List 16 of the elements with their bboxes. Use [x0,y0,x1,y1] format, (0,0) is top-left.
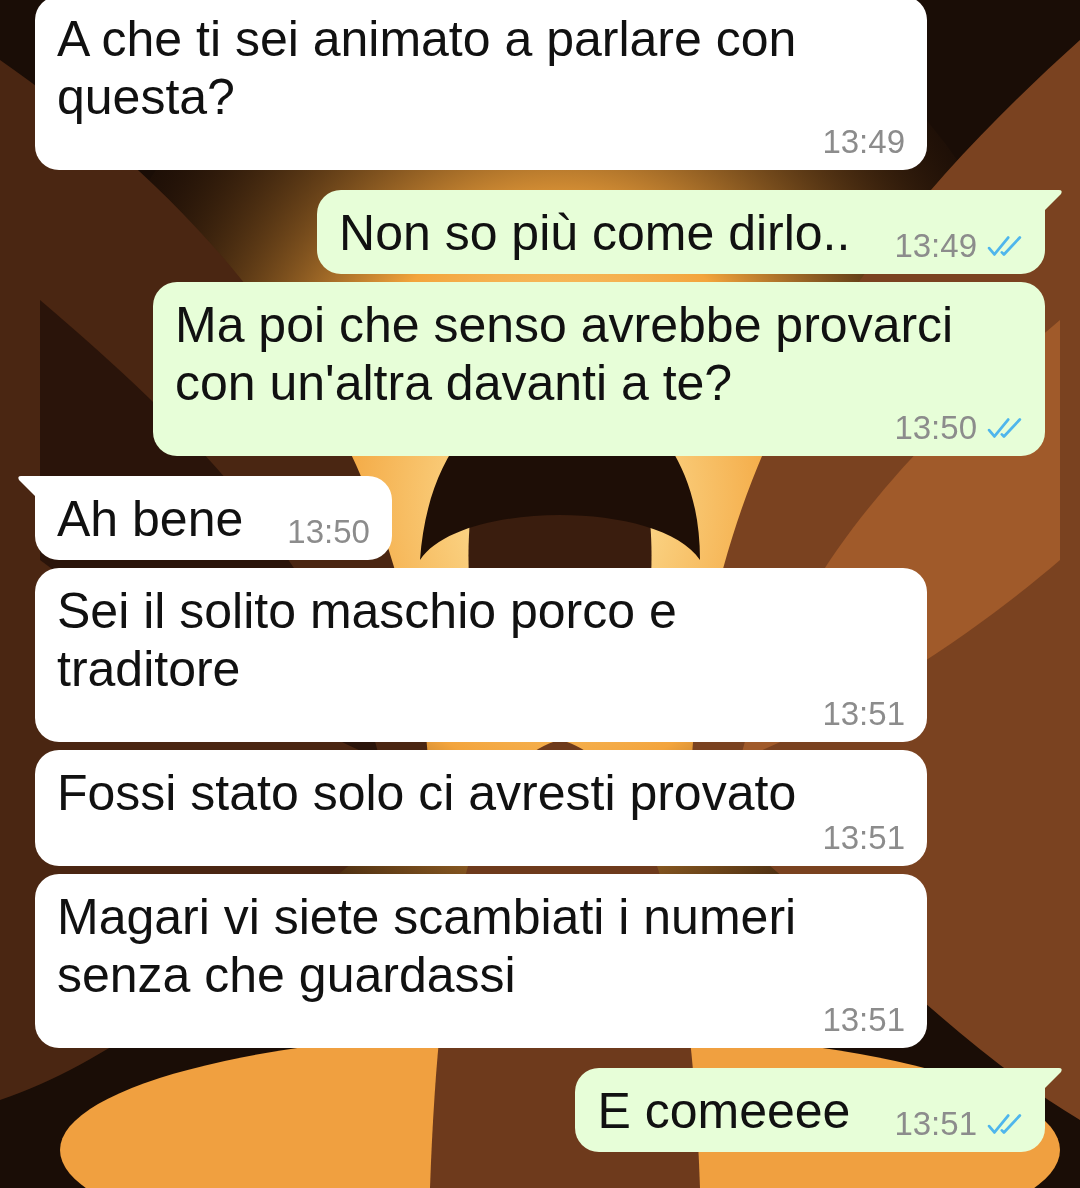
message-text: Sei il solito maschio porco e traditore [57,582,678,698]
message-time: 13:49 [822,126,905,158]
message-text: Fossi stato solo ci avresti provato [57,764,797,822]
message-time: 13:49 [894,230,977,262]
message-time: 13:51 [822,822,905,854]
message-text: E comeeee [597,1082,851,1140]
message-text: Ah bene [57,490,244,548]
message-text: Non so più come dirlo.. [339,204,851,262]
message-time: 13:50 [287,516,370,548]
message-time: 13:50 [894,412,977,444]
message-time: 13:51 [822,1004,905,1036]
message-time: 13:51 [894,1108,977,1140]
message-text: A che ti sei animato a parlare con questa? [57,10,798,126]
message-text: Magari vi siete scambiati i numeri senza che guardassi [57,888,798,1004]
message-time: 13:51 [822,698,905,730]
message-text: Ma poi che senso avrebbe provarci con un'altra davanti a te? [175,296,955,412]
